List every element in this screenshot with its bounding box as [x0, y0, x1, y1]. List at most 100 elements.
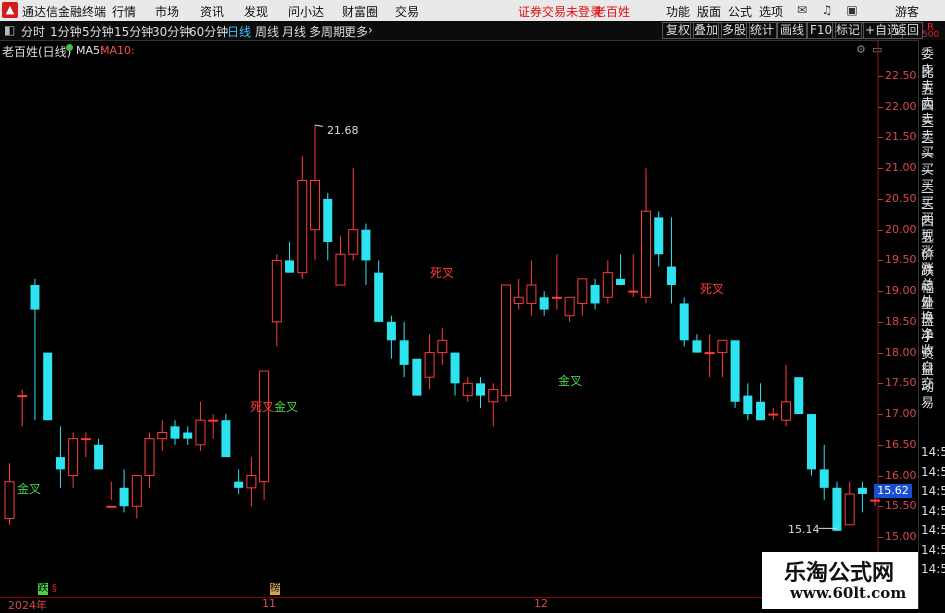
mark-button[interactable]: 标记	[832, 22, 865, 39]
tab-fenshi[interactable]: 分时	[21, 23, 45, 40]
candle-up[interactable]	[462, 382, 473, 397]
tab-weekly[interactable]: 周线	[255, 23, 279, 40]
candle-up[interactable]	[106, 505, 117, 508]
candle-down[interactable]	[386, 321, 396, 341]
candle-up[interactable]	[437, 339, 448, 354]
candle-up[interactable]	[335, 253, 346, 286]
candle-down[interactable]	[119, 487, 129, 507]
candle-up[interactable]	[4, 481, 15, 520]
candle-up[interactable]	[157, 432, 168, 440]
candle-up[interactable]	[551, 296, 562, 299]
tab-more[interactable]: 更多	[344, 23, 368, 40]
candle-down[interactable]	[183, 432, 193, 439]
candle-up[interactable]	[513, 296, 524, 304]
candle-down[interactable]	[361, 229, 371, 261]
guest-label[interactable]: 游客	[895, 3, 919, 20]
mail-icon[interactable]: ✉	[793, 2, 811, 18]
draw-line-button[interactable]: 画线	[776, 22, 809, 39]
candle-up[interactable]	[781, 401, 792, 421]
candle-down[interactable]	[794, 377, 804, 415]
candle-up[interactable]	[271, 259, 282, 323]
candle-down[interactable]	[221, 420, 231, 458]
candle-up[interactable]	[348, 229, 359, 255]
message-icon[interactable]: ▣	[843, 2, 861, 18]
menu-jiaoyi[interactable]: 交易	[395, 3, 419, 20]
candle-down[interactable]	[616, 278, 626, 285]
candle-up[interactable]	[577, 278, 588, 304]
menu-gongshi[interactable]: 公式	[728, 3, 752, 20]
menu-banmian[interactable]: 版面	[697, 3, 721, 20]
user-name[interactable]: 老百姓	[594, 3, 630, 20]
menu-wenxiaoda[interactable]: 问小达	[288, 3, 324, 20]
candle-down[interactable]	[666, 266, 676, 285]
candle-down[interactable]	[679, 303, 689, 341]
tab-daily[interactable]: 日线	[227, 23, 251, 40]
login-warning[interactable]: 证券交易未登录	[518, 3, 602, 20]
candle-up[interactable]	[208, 419, 219, 422]
candle-down[interactable]	[94, 444, 104, 470]
candle-up[interactable]	[768, 413, 779, 416]
candle-up[interactable]	[259, 370, 270, 483]
candle-down[interactable]	[730, 340, 740, 402]
candle-up[interactable]	[526, 284, 537, 304]
candle-down[interactable]	[832, 487, 842, 531]
candle-down[interactable]	[450, 352, 460, 384]
candle-up[interactable]	[17, 395, 28, 398]
candle-down[interactable]	[756, 401, 766, 421]
candle-down[interactable]	[806, 414, 816, 470]
candle-down[interactable]	[234, 481, 244, 488]
menu-xuanxiang[interactable]: 选项	[759, 3, 783, 20]
candle-up[interactable]	[870, 499, 881, 502]
candle-down[interactable]	[30, 284, 40, 310]
tab-multi-period[interactable]: 多周期	[309, 23, 345, 40]
candle-down[interactable]	[55, 457, 65, 470]
rank-marker[interactable]: 榜	[270, 583, 280, 595]
candle-up[interactable]	[628, 290, 639, 293]
candle-down[interactable]	[399, 340, 409, 365]
candle-up[interactable]	[68, 438, 79, 477]
menu-zixun[interactable]: 资讯	[200, 3, 224, 20]
candle-up[interactable]	[131, 475, 142, 507]
candle-up[interactable]	[500, 284, 511, 397]
candle-down[interactable]	[374, 272, 384, 322]
candle-up[interactable]	[488, 388, 499, 403]
candle-down[interactable]	[43, 352, 53, 421]
candle-up[interactable]	[297, 179, 308, 274]
menu-shichang[interactable]: 市场	[155, 3, 179, 20]
tab-60min[interactable]: 60分钟	[189, 23, 228, 40]
candle-down[interactable]	[692, 340, 702, 353]
tab-15min[interactable]: 15分钟	[114, 23, 153, 40]
candle-down[interactable]	[743, 395, 753, 415]
stats-button[interactable]: 统计	[746, 22, 779, 39]
candle-up[interactable]	[717, 339, 728, 354]
candle-up[interactable]	[246, 475, 257, 489]
candle-up[interactable]	[80, 438, 91, 441]
candle-up[interactable]	[310, 179, 321, 231]
candle-down[interactable]	[654, 217, 664, 255]
menu-hangqing[interactable]: 行情	[112, 3, 136, 20]
candle-up[interactable]	[704, 352, 715, 355]
tab-1min[interactable]: 1分钟	[50, 23, 82, 40]
menu-gongneng[interactable]: 功能	[666, 3, 690, 20]
candle-up[interactable]	[144, 438, 155, 477]
candle-down[interactable]	[412, 358, 422, 396]
fall-marker[interactable]: 跌	[38, 583, 48, 595]
candlestick-chart[interactable]	[0, 40, 918, 597]
candle-down[interactable]	[539, 297, 549, 310]
collapse-icon[interactable]: ◧	[4, 23, 15, 37]
candle-up[interactable]	[195, 419, 206, 446]
candle-up[interactable]	[844, 493, 855, 526]
chevron-right-icon[interactable]: ›	[368, 23, 373, 37]
candle-up[interactable]	[564, 296, 575, 317]
candle-down[interactable]	[476, 383, 486, 396]
candle-down[interactable]	[285, 260, 295, 273]
candle-down[interactable]	[323, 198, 333, 242]
candle-down[interactable]	[590, 284, 600, 304]
candle-up[interactable]	[602, 272, 613, 298]
tab-5min[interactable]: 5分钟	[82, 23, 114, 40]
candle-up[interactable]	[641, 210, 651, 298]
menu-faxian[interactable]: 发现	[244, 3, 268, 20]
candle-down[interactable]	[170, 426, 180, 439]
tab-30min[interactable]: 30分钟	[152, 23, 191, 40]
bell-icon[interactable]: ♫	[818, 2, 836, 18]
